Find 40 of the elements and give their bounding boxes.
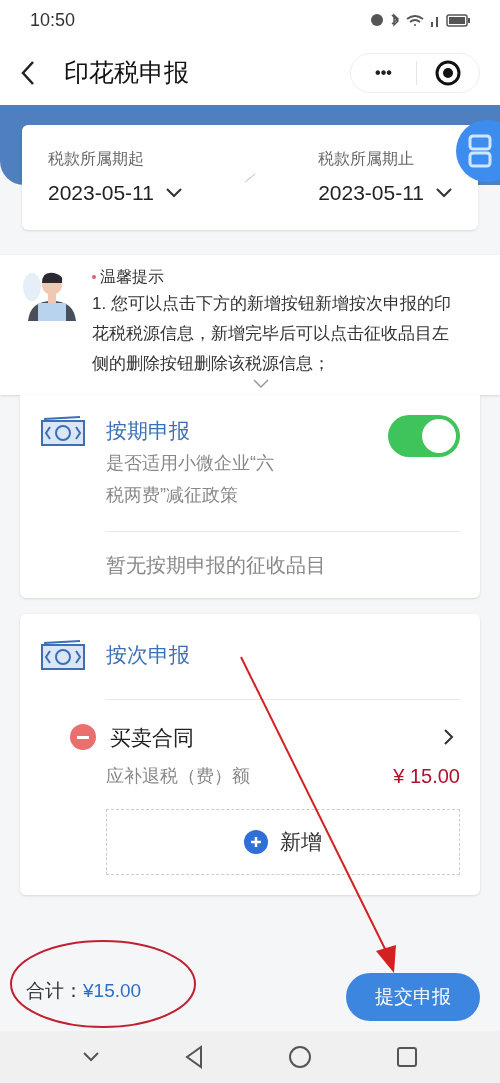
section-title: 按次申报 bbox=[106, 641, 190, 668]
period-end-label: 税款所属期止 bbox=[318, 148, 416, 169]
target-icon[interactable] bbox=[435, 59, 461, 86]
period-start-label: 税款所属期起 bbox=[48, 148, 145, 169]
policy-text: 是否适用小微企业“六税两费”减征政策 bbox=[106, 451, 275, 507]
recents-square-icon[interactable] bbox=[396, 1046, 418, 1068]
plus-icon bbox=[250, 836, 262, 848]
period-start-select[interactable]: 2023-05-11 bbox=[48, 176, 182, 209]
item-name[interactable]: 买卖合同 bbox=[110, 721, 194, 753]
amount-label: 应补退税（费）额 bbox=[106, 764, 250, 788]
amount-value: ¥ 15.00 bbox=[393, 764, 460, 789]
chevron-right-icon[interactable] bbox=[444, 729, 454, 746]
period-end-select[interactable]: 2023-05-11 bbox=[318, 176, 452, 209]
empty-text: 暂无按期申报的征收品目 bbox=[106, 553, 326, 576]
alarm-icon bbox=[370, 13, 384, 27]
policy-switch[interactable] bbox=[388, 415, 460, 457]
section-title: 按期申报 bbox=[106, 418, 191, 444]
expand-icon[interactable] bbox=[253, 379, 269, 389]
chevron-down-icon[interactable] bbox=[436, 187, 452, 198]
submit-button[interactable]: 提交申报 bbox=[346, 973, 480, 1021]
remove-icon[interactable] bbox=[70, 724, 96, 751]
tip-title: 温馨提示 bbox=[100, 267, 164, 287]
battery-icon bbox=[446, 13, 470, 27]
status-time: 10:50 bbox=[30, 8, 76, 32]
banknote-icon bbox=[40, 638, 86, 671]
back-triangle-icon[interactable] bbox=[184, 1045, 204, 1069]
banknote-icon bbox=[40, 415, 86, 447]
wifi-icon bbox=[406, 14, 424, 26]
home-circle-icon[interactable] bbox=[288, 1045, 312, 1069]
page-title: 印花税申报 bbox=[64, 56, 189, 88]
chevron-down-icon[interactable] bbox=[82, 1051, 100, 1063]
tip-text: 1. 您可以点击下方的新增按钮新增按次申报的印花税税源信息，新增完毕后可以点击征收品目左侧的删除按钮删除该税源信息； bbox=[92, 293, 452, 375]
add-button[interactable]: 新增 bbox=[106, 809, 460, 875]
total-value: ¥15.00 bbox=[83, 978, 142, 1003]
bluetooth-icon bbox=[390, 13, 400, 27]
total-label: 合计： bbox=[26, 978, 83, 1003]
slash-separator bbox=[244, 172, 256, 183]
chevron-down-icon[interactable] bbox=[165, 187, 182, 198]
back-icon[interactable] bbox=[20, 59, 36, 86]
grid-icon[interactable] bbox=[468, 134, 492, 168]
